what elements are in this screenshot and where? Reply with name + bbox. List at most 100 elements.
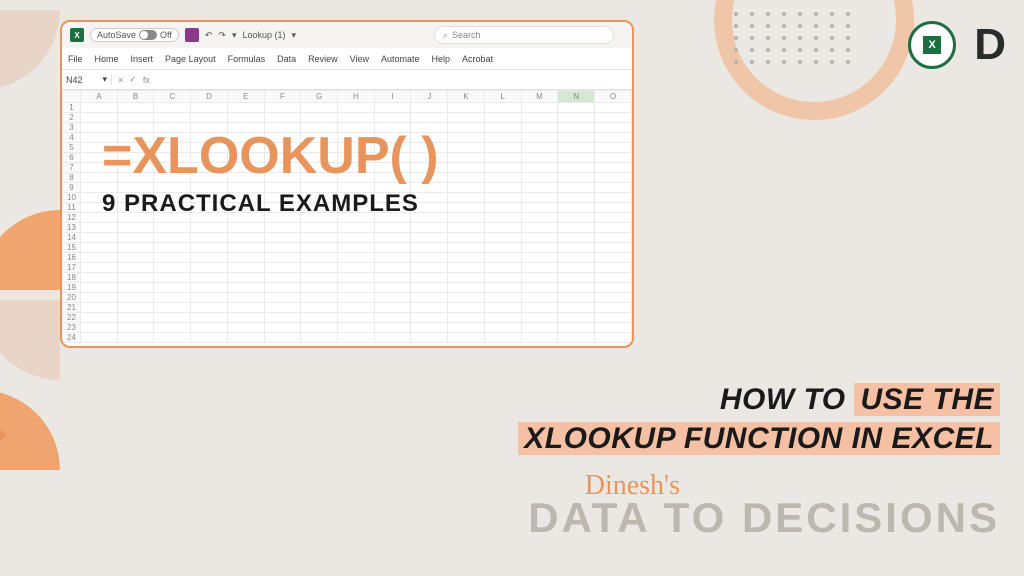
row-header-1[interactable]: 1 (63, 103, 81, 113)
cell[interactable] (374, 243, 411, 253)
cell[interactable] (301, 313, 338, 323)
cell[interactable] (448, 293, 485, 303)
row-header-22[interactable]: 22 (63, 313, 81, 323)
tab-help[interactable]: Help (432, 54, 451, 64)
cell[interactable] (338, 293, 375, 303)
cell[interactable] (484, 113, 521, 123)
cell[interactable] (558, 293, 595, 303)
cell[interactable] (154, 243, 191, 253)
cell[interactable] (117, 333, 154, 343)
cell[interactable] (595, 243, 632, 253)
cell[interactable] (81, 233, 118, 243)
cell[interactable] (374, 253, 411, 263)
cell[interactable] (374, 103, 411, 113)
cell[interactable] (521, 323, 558, 333)
cell[interactable] (117, 233, 154, 243)
cell[interactable] (374, 303, 411, 313)
cell[interactable] (81, 113, 118, 123)
cell[interactable] (117, 313, 154, 323)
cell[interactable] (264, 323, 301, 333)
cell[interactable] (448, 313, 485, 323)
tab-review[interactable]: Review (308, 54, 338, 64)
cell[interactable] (374, 283, 411, 293)
cell[interactable] (411, 293, 448, 303)
cell[interactable] (521, 233, 558, 243)
cell[interactable] (191, 333, 228, 343)
row-header-4[interactable]: 4 (63, 133, 81, 143)
tab-file[interactable]: File (68, 54, 83, 64)
cell[interactable] (264, 103, 301, 113)
row-header-15[interactable]: 15 (63, 243, 81, 253)
cell[interactable] (448, 333, 485, 343)
cell[interactable] (154, 283, 191, 293)
cell[interactable] (558, 253, 595, 263)
redo-icon[interactable]: ↷ (218, 30, 226, 41)
cell[interactable] (191, 273, 228, 283)
cell[interactable] (81, 243, 118, 253)
cell[interactable] (558, 103, 595, 113)
cell[interactable] (301, 323, 338, 333)
cell[interactable] (411, 253, 448, 263)
cell[interactable] (154, 333, 191, 343)
cell[interactable] (374, 323, 411, 333)
cell[interactable] (81, 313, 118, 323)
cell[interactable] (81, 333, 118, 343)
cell[interactable] (411, 313, 448, 323)
cell[interactable] (117, 253, 154, 263)
cell[interactable] (338, 323, 375, 333)
cell[interactable] (191, 253, 228, 263)
cell[interactable] (338, 273, 375, 283)
cell[interactable] (521, 273, 558, 283)
row-header-19[interactable]: 19 (63, 283, 81, 293)
cell[interactable] (81, 303, 118, 313)
chevron-down-icon[interactable]: ▾ (102, 74, 107, 85)
cell[interactable] (558, 113, 595, 123)
cell[interactable] (521, 313, 558, 323)
undo-icon[interactable]: ↶ (205, 30, 213, 41)
cell[interactable] (227, 113, 264, 123)
col-header-j[interactable]: J (411, 91, 448, 103)
cell[interactable] (338, 303, 375, 313)
cell[interactable] (264, 233, 301, 243)
cell[interactable] (558, 303, 595, 313)
toggle-switch-icon[interactable] (139, 30, 157, 40)
col-header-l[interactable]: L (484, 91, 521, 103)
cell[interactable] (558, 313, 595, 323)
cell[interactable] (301, 223, 338, 233)
cell[interactable] (191, 293, 228, 303)
cell[interactable] (117, 283, 154, 293)
cell[interactable] (338, 263, 375, 273)
cell[interactable] (301, 303, 338, 313)
row-header-6[interactable]: 6 (63, 153, 81, 163)
cell[interactable] (595, 303, 632, 313)
cell[interactable] (264, 113, 301, 123)
cell[interactable] (264, 313, 301, 323)
cell[interactable] (81, 103, 118, 113)
cell[interactable] (558, 333, 595, 343)
cell[interactable] (301, 293, 338, 303)
cell[interactable] (374, 313, 411, 323)
cell[interactable] (484, 303, 521, 313)
cell[interactable] (227, 263, 264, 273)
cell[interactable] (154, 103, 191, 113)
cell[interactable] (484, 283, 521, 293)
cell[interactable] (154, 113, 191, 123)
cell[interactable] (558, 283, 595, 293)
row-header-12[interactable]: 12 (63, 213, 81, 223)
cell[interactable] (448, 273, 485, 283)
cell[interactable] (227, 233, 264, 243)
cell[interactable] (154, 233, 191, 243)
row-header-23[interactable]: 23 (63, 323, 81, 333)
cell[interactable] (81, 293, 118, 303)
cell[interactable] (227, 243, 264, 253)
row-header-16[interactable]: 16 (63, 253, 81, 263)
cell[interactable] (521, 283, 558, 293)
cell[interactable] (301, 253, 338, 263)
qat-dropdown-icon[interactable]: ▾ (232, 30, 237, 41)
cell[interactable] (411, 233, 448, 243)
cell[interactable] (264, 273, 301, 283)
cell[interactable] (227, 323, 264, 333)
cell[interactable] (448, 323, 485, 333)
cell[interactable] (338, 253, 375, 263)
cell[interactable] (411, 273, 448, 283)
